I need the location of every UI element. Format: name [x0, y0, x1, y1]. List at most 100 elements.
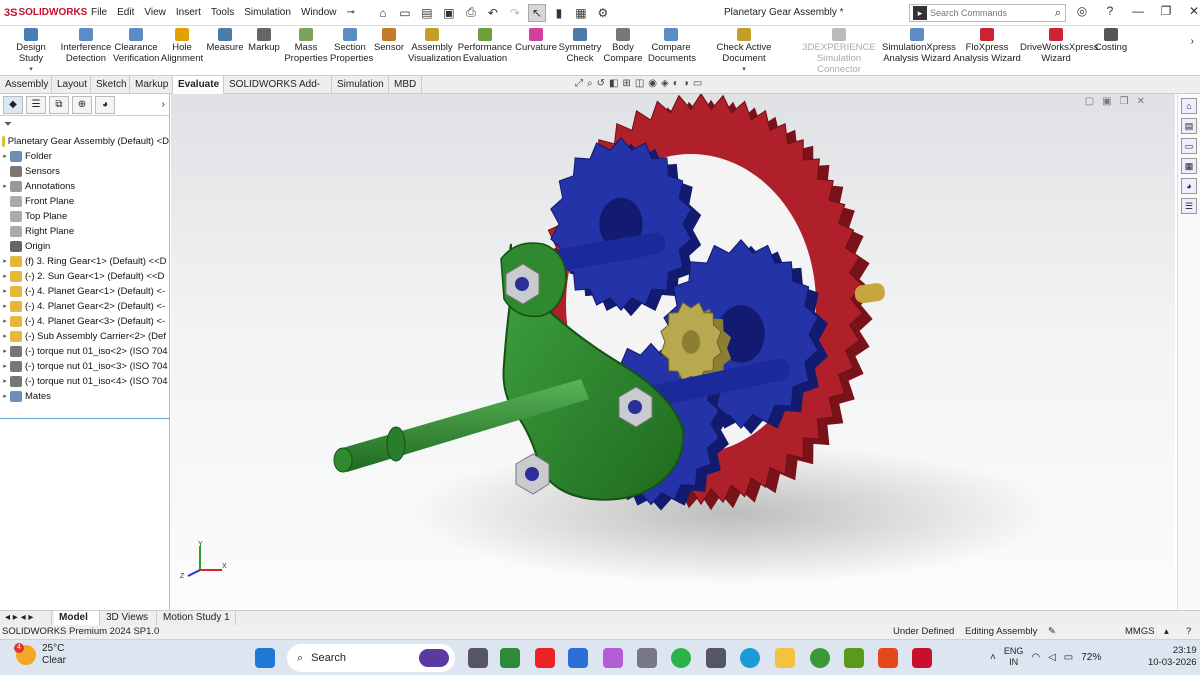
file-properties-icon[interactable]: ▦: [572, 4, 590, 22]
sensor-button[interactable]: Sensor: [372, 28, 406, 74]
tree-item-torque-nut-01-iso-3-iso-704[interactable]: ▸ (-) torque nut 01_iso<3> (ISO 704: [0, 359, 169, 374]
select-icon[interactable]: ↖: [527, 3, 546, 22]
viewport-menu-icon[interactable]: ▢: [1085, 96, 1094, 107]
expand-arrow-icon[interactable]: ▸: [0, 314, 10, 329]
tab-assembly[interactable]: Assembly: [0, 76, 52, 94]
mass-properties-button[interactable]: Mass Properties: [284, 28, 328, 74]
configuration-manager-tab-icon[interactable]: ⧉: [49, 95, 69, 114]
tree-item-4-planet-gear-3-default[interactable]: ▸ (-) 4. Planet Gear<3> (Default) <-: [0, 314, 169, 329]
windows-start-icon[interactable]: [255, 648, 275, 668]
expand-arrow-icon[interactable]: ▸: [0, 299, 10, 314]
dimxpert-tab-icon[interactable]: ⊕: [72, 95, 92, 114]
gear-model[interactable]: [171, 92, 1175, 610]
panel-expand-icon[interactable]: ›: [162, 99, 165, 110]
tab-solidworks-add-ins[interactable]: SOLIDWORKS Add-Ins: [224, 76, 332, 107]
view-palette-icon[interactable]: ▦: [1181, 158, 1197, 174]
search-icon[interactable]: ⌕: [1055, 7, 1061, 20]
new-document-icon[interactable]: ▭: [396, 4, 414, 22]
tree-item-f-3-ring-gear-1-default-d[interactable]: ▸ (f) 3. Ring Gear<1> (Default) <<D: [0, 254, 169, 269]
design-study-button[interactable]: Design Study ▾: [4, 28, 58, 74]
app-file-explorer-icon[interactable]: [775, 648, 795, 668]
rebuild-icon[interactable]: ▮: [550, 4, 568, 22]
rebuild-status-icon[interactable]: ✎: [1048, 625, 1056, 639]
viewport-restore-icon[interactable]: ❐: [1120, 96, 1129, 107]
measure-button[interactable]: Measure: [205, 28, 245, 74]
taskbar-search[interactable]: ⌕ Search: [287, 644, 455, 672]
app-calculator-icon[interactable]: [706, 648, 726, 668]
tree-item-4-planet-gear-2-default[interactable]: ▸ (-) 4. Planet Gear<2> (Default) <-: [0, 299, 169, 314]
tab-layout[interactable]: Layout: [52, 76, 91, 94]
expand-arrow-icon[interactable]: ▸: [0, 329, 10, 344]
language-indicator[interactable]: ENG IN: [1004, 646, 1024, 668]
tab-mbd[interactable]: MBD: [389, 76, 422, 94]
menu-simulation[interactable]: Simulation: [239, 7, 296, 18]
expand-arrow-icon[interactable]: ▸: [0, 269, 10, 284]
status-units[interactable]: MMGS: [1125, 625, 1155, 639]
tab-markup[interactable]: Markup: [130, 76, 173, 94]
tree-item-annotations[interactable]: ▸ Annotations: [0, 179, 169, 194]
app-defender-icon[interactable]: [568, 648, 588, 668]
costing-button[interactable]: Costing: [1094, 28, 1128, 74]
tree-item-torque-nut-01-iso-2-iso-704[interactable]: ▸ (-) torque nut 01_iso<2> (ISO 704: [0, 344, 169, 359]
floxpress-analysis-wizard-button[interactable]: FloXpress Analysis Wizard: [952, 28, 1022, 74]
tree-item-4-planet-gear-1-default[interactable]: ▸ (-) 4. Planet Gear<1> (Default) <-: [0, 284, 169, 299]
solidworks-resources-icon[interactable]: ⌂: [1181, 98, 1197, 114]
custom-properties-icon[interactable]: ☰: [1181, 198, 1197, 214]
driveworksxpress-wizard-button[interactable]: DriveWorksXpress Wizard: [1020, 28, 1098, 74]
tree-item-sub-assembly-carrier-2-def[interactable]: ▸ (-) Sub Assembly Carrier<2> (Def: [0, 329, 169, 344]
app-settings-icon[interactable]: [637, 648, 657, 668]
filter-icon[interactable]: ⏷: [0, 116, 169, 134]
property-manager-tab-icon[interactable]: ☰: [26, 95, 46, 114]
app-copilot-icon[interactable]: [603, 648, 623, 668]
zoom-fit-icon[interactable]: ⤢: [575, 78, 583, 89]
expand-arrow-icon[interactable]: ▸: [0, 344, 10, 359]
view-orientation-icon[interactable]: ◫: [635, 78, 644, 89]
markup-button[interactable]: Markup: [246, 28, 282, 74]
section-view-icon[interactable]: ◧: [609, 78, 618, 89]
graphics-area[interactable]: ▢ ▣ ❐ ✕ Y X Z: [171, 92, 1175, 610]
expand-arrow-icon[interactable]: ▸: [0, 284, 10, 299]
assembly-visualization-button[interactable]: Assembly Visualization: [408, 28, 461, 74]
pin-icon[interactable]: ⊸: [342, 7, 360, 18]
viewport-split-icon[interactable]: ▣: [1102, 96, 1111, 107]
status-help-icon[interactable]: ?: [1186, 625, 1191, 639]
edit-appearance-icon[interactable]: ◐: [673, 78, 679, 89]
check-active-document-button[interactable]: Check Active Document ▾: [697, 28, 791, 74]
expand-arrow-icon[interactable]: ▸: [0, 179, 10, 194]
app-whatsapp-icon[interactable]: [671, 648, 691, 668]
options-gear-icon[interactable]: ⚙: [594, 4, 612, 22]
menu-file[interactable]: File: [86, 7, 112, 18]
file-explorer-icon[interactable]: ▭: [1181, 138, 1197, 154]
app-nvidia-icon[interactable]: [844, 648, 864, 668]
volume-icon[interactable]: ◁: [1048, 652, 1056, 663]
zoom-area-icon[interactable]: ⌕: [587, 78, 593, 89]
appearances-icon[interactable]: ◕: [1181, 178, 1197, 194]
viewport-close-icon[interactable]: ✕: [1137, 96, 1145, 107]
tab-model[interactable]: Model: [54, 611, 100, 626]
tab-motion-study-1[interactable]: Motion Study 1: [158, 611, 236, 626]
expand-arrow-icon[interactable]: ▸: [0, 389, 10, 404]
clearance-verification-button[interactable]: Clearance Verification: [113, 28, 159, 74]
simulationxpress-analysis-wizard-button[interactable]: SimulationXpress Analysis Wizard: [882, 28, 956, 74]
menu-window[interactable]: Window: [296, 7, 342, 18]
menu-edit[interactable]: Edit: [112, 7, 139, 18]
task-view-icon[interactable]: [468, 648, 488, 668]
user-icon[interactable]: ◎: [1074, 4, 1090, 18]
menu-view[interactable]: View: [139, 7, 171, 18]
performance-evaluation-button[interactable]: Performance Evaluation: [457, 28, 513, 74]
display-manager-tab-icon[interactable]: ◕: [95, 95, 115, 114]
menu-tools[interactable]: Tools: [206, 7, 239, 18]
display-style-icon[interactable]: ◉: [648, 78, 657, 89]
previous-view-icon[interactable]: ↺: [597, 78, 605, 89]
app-chrome-icon[interactable]: [810, 648, 830, 668]
symmetry-check-button[interactable]: Symmetry Check: [558, 28, 602, 74]
interference-detection-button[interactable]: Interference Detection: [60, 28, 112, 74]
expand-arrow-icon[interactable]: ▸: [0, 374, 10, 389]
feature-manager-tab-icon[interactable]: ◆: [3, 95, 23, 114]
weather-widget[interactable]: 4 25°C Clear: [14, 643, 66, 667]
tree-item-top-plane[interactable]: Top Plane: [0, 209, 169, 224]
3dexperience-simulation-connector-button[interactable]: 3DEXPERIENCE Simulation Connector: [796, 28, 882, 75]
tab-sketch[interactable]: Sketch: [91, 76, 130, 94]
tree-item-origin[interactable]: Origin: [0, 239, 169, 254]
design-library-icon[interactable]: ▤: [1181, 118, 1197, 134]
